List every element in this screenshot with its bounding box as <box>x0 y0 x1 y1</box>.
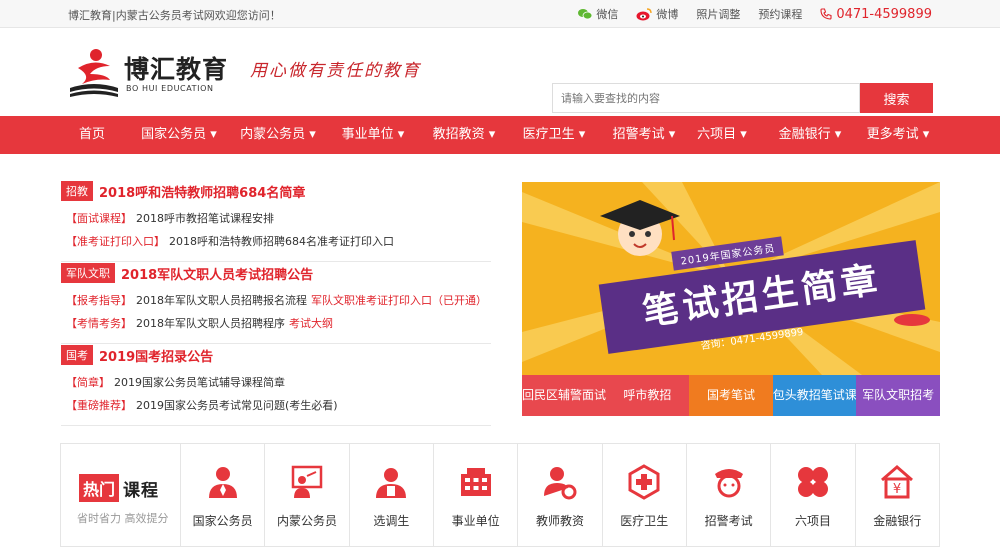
promo-banner[interactable]: 2019年国家公务员 笔试招生简章 咨询：0471-4599899 <box>522 182 940 375</box>
news-headline[interactable]: 2018军队文职人员考试招聘公告 <box>121 264 313 283</box>
news-line[interactable]: 【准考证打印入口】 2018呼和浩特教师招聘684名准考证打印入口 <box>66 233 394 249</box>
photo-adjust-link[interactable]: 照片调整 <box>696 6 740 22</box>
news-headline[interactable]: 2018呼和浩特教师招聘684名简章 <box>99 182 305 201</box>
course-national-civil[interactable]: 国家公务员 <box>181 444 266 546</box>
news-line[interactable]: 【报考指导】 2018年军队文职人员招聘报名流程 军队文职准考证打印入口（已开通） <box>66 292 487 308</box>
nav-police[interactable]: 招警考试 ▾ <box>604 116 684 154</box>
nav-six-projects[interactable]: 六项目 ▾ <box>692 116 752 154</box>
news-tag: 国考 <box>61 345 93 365</box>
weibo-link[interactable]: 微博 <box>636 6 678 22</box>
search-input[interactable] <box>552 83 860 113</box>
hot-courses-title: 热门 课程 省时省力 高效提分 <box>61 444 181 546</box>
building-icon <box>460 468 491 496</box>
course-teacher[interactable]: 教师教资 <box>518 444 603 546</box>
banner-tabs: 回民区辅警面试 呼市教招 国考笔试 包头教招笔试课 军队文职招考 <box>522 375 940 416</box>
nav-teacher-exam[interactable]: 教招教资 ▾ <box>424 116 504 154</box>
banner-tab[interactable]: 国考笔试 <box>689 375 773 416</box>
search-button[interactable]: 搜索 <box>860 83 933 113</box>
news-list: 招教 2018呼和浩特教师招聘684名简章 【面试课程】 2018呼市教招笔试课程… <box>61 180 491 426</box>
phone-icon <box>820 8 832 20</box>
news-tag: 军队文职 <box>61 263 115 283</box>
nav-national-civil[interactable]: 国家公务员 ▾ <box>134 116 224 154</box>
news-line[interactable]: 【考情考务】 2018年军队文职人员招聘程序 考试大纲 <box>66 315 333 331</box>
news-headline[interactable]: 2019国考招录公告 <box>99 346 213 365</box>
news-tag: 招教 <box>61 181 93 201</box>
news-line[interactable]: 【面试课程】 2018呼市教招笔试课程安排 <box>66 210 274 226</box>
banner-tab[interactable]: 包头教招笔试课 <box>772 375 857 416</box>
clover-icon <box>797 467 828 497</box>
news-line[interactable]: 【简章】 2019国家公务员笔试辅导课程简章 <box>66 374 285 390</box>
top-bar: 博汇教育|内蒙古公务员考试网欢迎您访问！ 微信 微博 照片调整 预约课程 047… <box>0 0 1000 28</box>
logo-emblem-icon <box>70 49 118 97</box>
nav-finance-bank[interactable]: 金融银行 ▾ <box>770 116 850 154</box>
selected-graduate-icon <box>376 468 407 498</box>
teacher-gear-icon <box>543 467 577 500</box>
bank-icon: ¥ <box>881 465 914 499</box>
course-medical[interactable]: 医疗卫生 <box>603 444 687 546</box>
course-inner-mongolia-civil[interactable]: 内蒙公务员 <box>265 444 350 546</box>
course-finance-bank[interactable]: ¥ 金融银行 <box>856 444 939 546</box>
nav-home[interactable]: 首页 <box>68 116 116 154</box>
news-group: 国考 2019国考招录公告 【简章】 2019国家公务员笔试辅导课程简章 【重磅推… <box>61 344 491 426</box>
course-police[interactable]: 招警考试 <box>687 444 772 546</box>
main-nav: 首页 国家公务员 ▾ 内蒙公务员 ▾ 事业单位 ▾ 教招教资 ▾ 医疗卫生 ▾ … <box>0 116 1000 154</box>
teacher-board-icon <box>291 465 323 498</box>
banner-tab[interactable]: 军队文职招考 <box>856 375 940 416</box>
top-links: 微信 微博 照片调整 预约课程 0471-4599899 <box>578 6 932 22</box>
welcome-text: 博汇教育|内蒙古公务员考试网欢迎您访问！ <box>68 9 281 22</box>
nav-medical[interactable]: 医疗卫生 ▾ <box>514 116 594 154</box>
course-public-institution[interactable]: 事业单位 <box>434 444 519 546</box>
medical-icon <box>628 464 660 500</box>
logo-name: 博汇教育 <box>124 55 229 84</box>
news-line[interactable]: 【重磅推荐】 2019国家公务员考试常见问题(考生必看) <box>66 397 338 413</box>
course-selected-graduate[interactable]: 选调生 <box>350 444 434 546</box>
booking-link[interactable]: 预约课程 <box>758 6 802 22</box>
phone-number: 0471-4599899 <box>820 7 932 22</box>
header: 博汇教育 BO HUI EDUCATION 用心做有责任的教育 搜索 <box>0 28 1000 116</box>
nav-inner-mongolia-civil[interactable]: 内蒙公务员 ▾ <box>233 116 323 154</box>
svg-text:¥: ¥ <box>893 482 901 497</box>
banner-tab[interactable]: 回民区辅警面试 <box>522 375 606 416</box>
site-logo[interactable]: 博汇教育 BO HUI EDUCATION <box>66 46 236 102</box>
news-group: 军队文职 2018军队文职人员考试招聘公告 【报考指导】 2018年军队文职人员招… <box>61 262 491 344</box>
police-icon <box>714 469 743 498</box>
wechat-link[interactable]: 微信 <box>578 6 618 22</box>
logo-english: BO HUI EDUCATION <box>126 84 214 93</box>
weibo-icon <box>636 7 653 20</box>
wechat-icon <box>578 9 593 20</box>
hot-courses-subtitle: 省时省力 高效提分 <box>77 512 169 525</box>
nav-public-institution[interactable]: 事业单位 ▾ <box>333 116 413 154</box>
course-six-projects[interactable]: 六项目 <box>771 444 856 546</box>
news-group: 招教 2018呼和浩特教师招聘684名简章 【面试课程】 2018呼市教招笔试课程… <box>61 180 491 262</box>
nav-more-exams[interactable]: 更多考试 ▾ <box>858 116 938 154</box>
slogan: 用心做有责任的教育 <box>250 61 421 81</box>
civil-servant-icon <box>208 467 237 498</box>
banner-tab[interactable]: 呼市教招 <box>605 375 690 416</box>
hot-courses: 热门 课程 省时省力 高效提分 国家公务员 内蒙公务员 选调生 事业单位 教师教… <box>60 443 940 547</box>
